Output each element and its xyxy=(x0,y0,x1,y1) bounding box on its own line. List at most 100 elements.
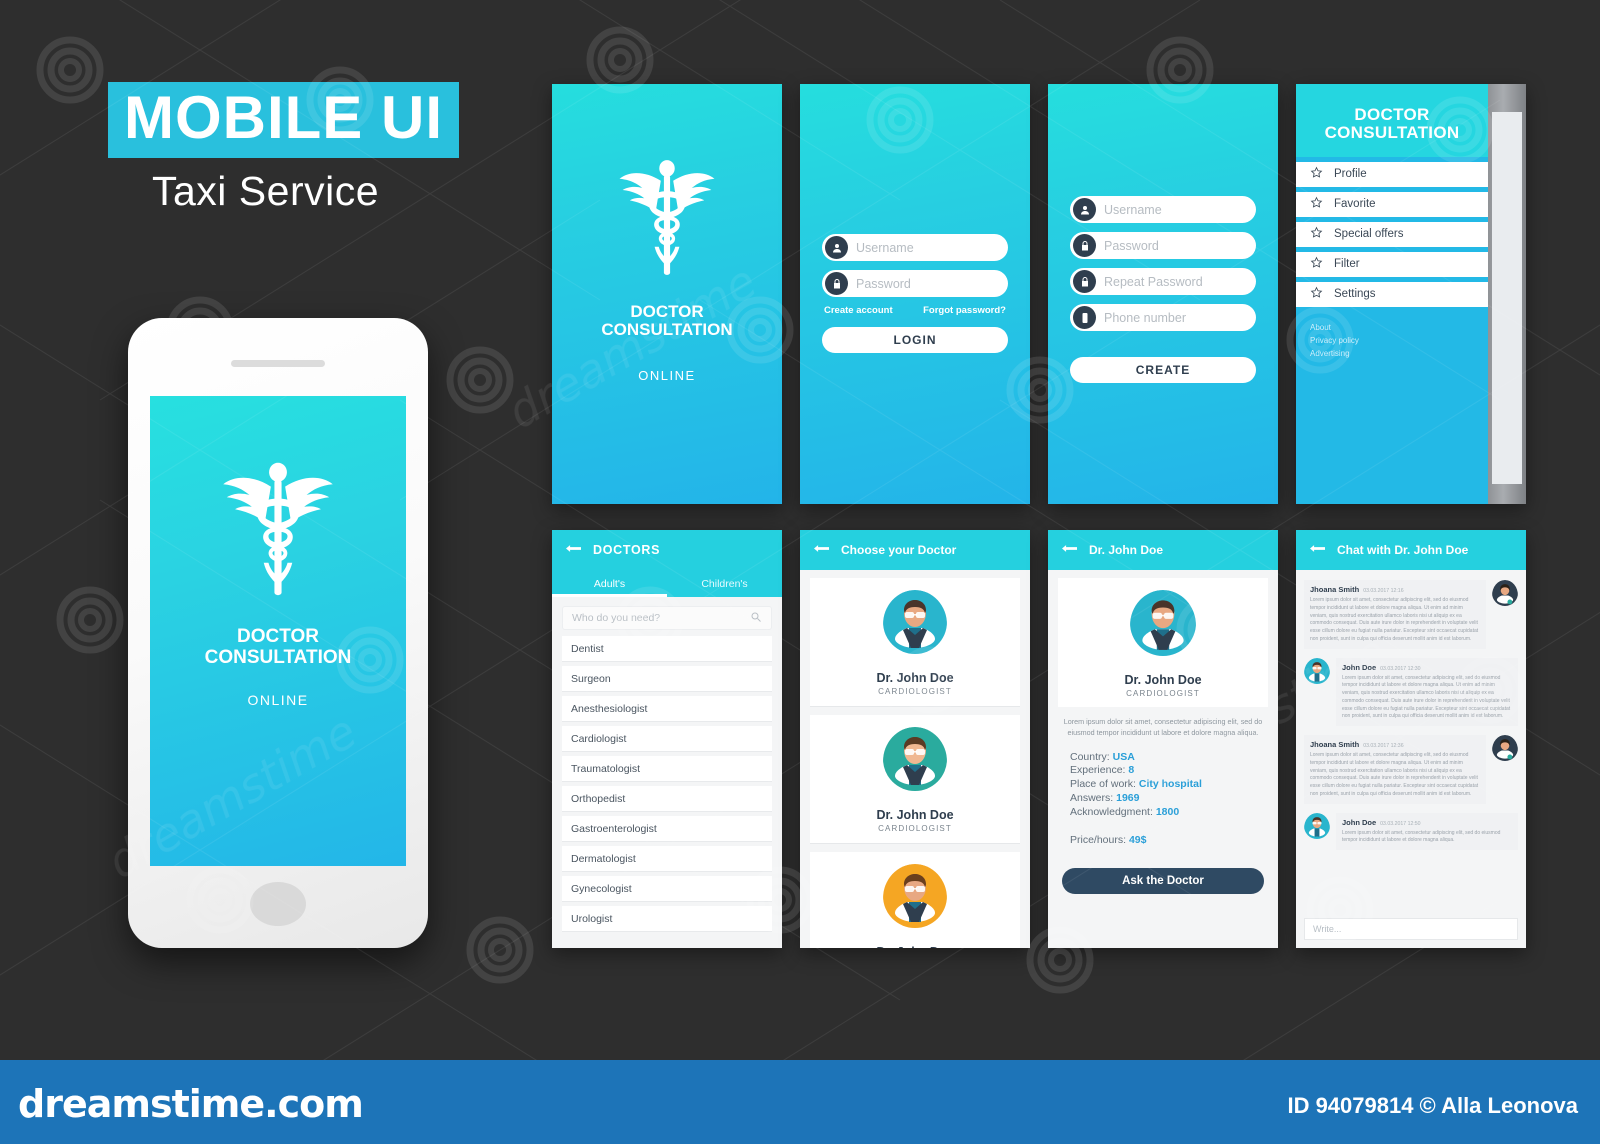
lock-icon xyxy=(1073,234,1096,257)
drawer-link-privacy-policy[interactable]: Privacy policy xyxy=(1310,334,1488,347)
chat-bubble: John Doe 03.03.2017 12:30 Lorem ipsum do… xyxy=(1336,657,1518,726)
forgot-password-link[interactable]: Forgot password? xyxy=(923,305,1006,316)
doctor-card[interactable]: Dr. John Doe CARDIOLOGIST xyxy=(810,852,1020,948)
background-screen-edge xyxy=(1488,84,1526,504)
tab-adults[interactable]: Adult's xyxy=(552,570,667,597)
chat-input[interactable]: Write... xyxy=(1304,918,1518,940)
price-value: 49$ xyxy=(1128,833,1147,846)
password-placeholder: Password xyxy=(856,276,911,291)
doctor-card[interactable]: Dr. John Doe CARDIOLOGIST xyxy=(810,715,1020,844)
repeat-password-placeholder: Repeat Password xyxy=(1104,274,1203,289)
splash-title-line1: DOCTOR xyxy=(630,302,704,321)
doctors-title: DOCTORS xyxy=(593,543,661,557)
choose-doctor-screen: Choose your Doctor Dr. John Doe CARDIOLO… xyxy=(800,530,1030,948)
doctor-name: Dr. John Doe xyxy=(810,945,1020,948)
page-title: MOBILE UI xyxy=(124,84,443,151)
arrow-left-icon[interactable] xyxy=(566,543,581,557)
username-field[interactable]: Username xyxy=(822,234,1008,261)
specialty-row[interactable]: Gynecologist xyxy=(562,876,772,902)
caduceus-icon xyxy=(615,156,719,291)
chat-text: Lorem ipsum dolor sit amet, consectetur … xyxy=(1310,597,1479,642)
drawer-item-favorite[interactable]: Favorite xyxy=(1296,191,1488,217)
password-field[interactable]: Password xyxy=(822,270,1008,297)
price-label: Price/hours: xyxy=(1070,833,1127,846)
stat-label: Country: xyxy=(1070,750,1110,763)
specialty-row[interactable]: Dentist xyxy=(562,636,772,662)
chat-sender: John Doe xyxy=(1342,817,1377,827)
arrow-left-icon[interactable] xyxy=(1062,543,1077,557)
profile-bio: Lorem ipsum dolor sit amet, consectetur … xyxy=(1063,717,1263,737)
doctor-specialty: CARDIOLOGIST xyxy=(878,824,952,833)
arrow-left-icon[interactable] xyxy=(814,543,829,557)
star-icon xyxy=(1310,196,1323,212)
chat-text: Lorem ipsum dolor sit amet, consectetur … xyxy=(1310,752,1479,797)
specialty-row[interactable]: Anesthesiologist xyxy=(562,696,772,722)
caduceus-icon xyxy=(218,458,338,613)
avatar xyxy=(883,590,947,659)
specialty-label: Anesthesiologist xyxy=(571,702,648,715)
choose-doctor-title: Choose your Doctor xyxy=(841,543,957,557)
doctor-profile-screen: Dr. John Doe Dr. John Doe CARDIOLOGIST L… xyxy=(1048,530,1278,948)
specialty-row[interactable]: Surgeon xyxy=(562,666,772,692)
chat-title: Chat with Dr. John Doe xyxy=(1337,543,1469,557)
arrow-left-icon[interactable] xyxy=(1310,543,1325,557)
phone-home-button[interactable] xyxy=(250,882,306,926)
drawer-item-label: Favorite xyxy=(1334,198,1376,211)
drawer-item-special-offers[interactable]: Special offers xyxy=(1296,221,1488,247)
tab-childrens[interactable]: Children's xyxy=(667,570,782,597)
drawer-item-profile[interactable]: Profile xyxy=(1296,161,1488,187)
doctors-list-screen: DOCTORS Adult's Children's Who do you ne… xyxy=(552,530,782,948)
drawer-link-about[interactable]: About xyxy=(1310,321,1488,334)
chat-sender: Jhoana Smith xyxy=(1310,740,1360,749)
user-icon xyxy=(825,236,848,259)
specialty-row[interactable]: Traumatologist xyxy=(562,756,772,782)
chat-timestamp: 03.03.2017 12:50 xyxy=(1380,820,1421,827)
username-field[interactable]: Username xyxy=(1070,196,1256,223)
create-button[interactable]: CREATE xyxy=(1070,357,1256,383)
specialty-label: Cardiologist xyxy=(571,732,627,745)
login-button[interactable]: LOGIN xyxy=(822,327,1008,353)
drawer-item-filter[interactable]: Filter xyxy=(1296,251,1488,277)
stat-label: Acknowledgment: xyxy=(1070,806,1153,819)
stat-place-of-work: Place of work: City hospital xyxy=(1070,778,1278,792)
splash-title-line2: CONSULTATION xyxy=(204,646,352,668)
chat-message: Jhoana Smith 03.03.2017 12:36 Lorem ipsu… xyxy=(1304,735,1518,804)
repeat-password-field[interactable]: Repeat Password xyxy=(1070,268,1256,295)
specialty-row[interactable]: Cardiologist xyxy=(562,726,772,752)
stat-label: Place of work: xyxy=(1070,778,1136,791)
avatar xyxy=(1492,580,1518,611)
phone-screen: DOCTOR CONSULTATION ONLINE xyxy=(150,396,406,866)
drawer-link-advertising[interactable]: Advertising xyxy=(1310,347,1488,360)
doctor-card[interactable]: Dr. John Doe CARDIOLOGIST xyxy=(810,578,1020,707)
drawer-item-settings[interactable]: Settings xyxy=(1296,281,1488,307)
splash-screen: DOCTOR CONSULTATION ONLINE xyxy=(552,84,782,504)
profile-title: Dr. John Doe xyxy=(1089,543,1164,557)
specialty-row[interactable]: Orthopedist xyxy=(562,786,772,812)
page-title-block: MOBILE UI Taxi Service xyxy=(108,82,459,215)
stat-country: Country: USA xyxy=(1070,751,1278,765)
choose-doctor-topbar: Choose your Doctor xyxy=(800,530,1030,570)
avatar xyxy=(883,864,947,933)
phone-number-placeholder: Phone number xyxy=(1104,310,1187,325)
chat-message: Jhoana Smith 03.03.2017 12:16 Lorem ipsu… xyxy=(1304,580,1518,649)
specialty-row[interactable]: Urologist xyxy=(562,906,772,932)
login-screen: Username Password Create account Forgot … xyxy=(800,84,1030,504)
background-screen-content xyxy=(1492,112,1522,484)
specialty-label: Orthopedist xyxy=(571,792,626,805)
search-icon[interactable] xyxy=(750,611,762,626)
specialty-row[interactable]: Gastroenterologist xyxy=(562,816,772,842)
ask-the-doctor-button[interactable]: Ask the Doctor xyxy=(1062,867,1264,894)
specialty-label: Traumatologist xyxy=(571,762,641,775)
doctor-name: Dr. John Doe xyxy=(876,671,954,685)
tab-adults-label: Adult's xyxy=(593,577,626,590)
phone-number-field[interactable]: Phone number xyxy=(1070,304,1256,331)
search-input[interactable]: Who do you need? xyxy=(562,606,772,630)
star-icon xyxy=(1310,226,1323,242)
profile-topbar: Dr. John Doe xyxy=(1048,530,1278,570)
star-icon xyxy=(1310,166,1323,182)
create-account-link[interactable]: Create account xyxy=(824,305,893,316)
stat-label: Experience: xyxy=(1070,764,1126,777)
specialty-row[interactable]: Dermatologist xyxy=(562,846,772,872)
phone-mockup: DOCTOR CONSULTATION ONLINE xyxy=(128,318,428,948)
password-field[interactable]: Password xyxy=(1070,232,1256,259)
